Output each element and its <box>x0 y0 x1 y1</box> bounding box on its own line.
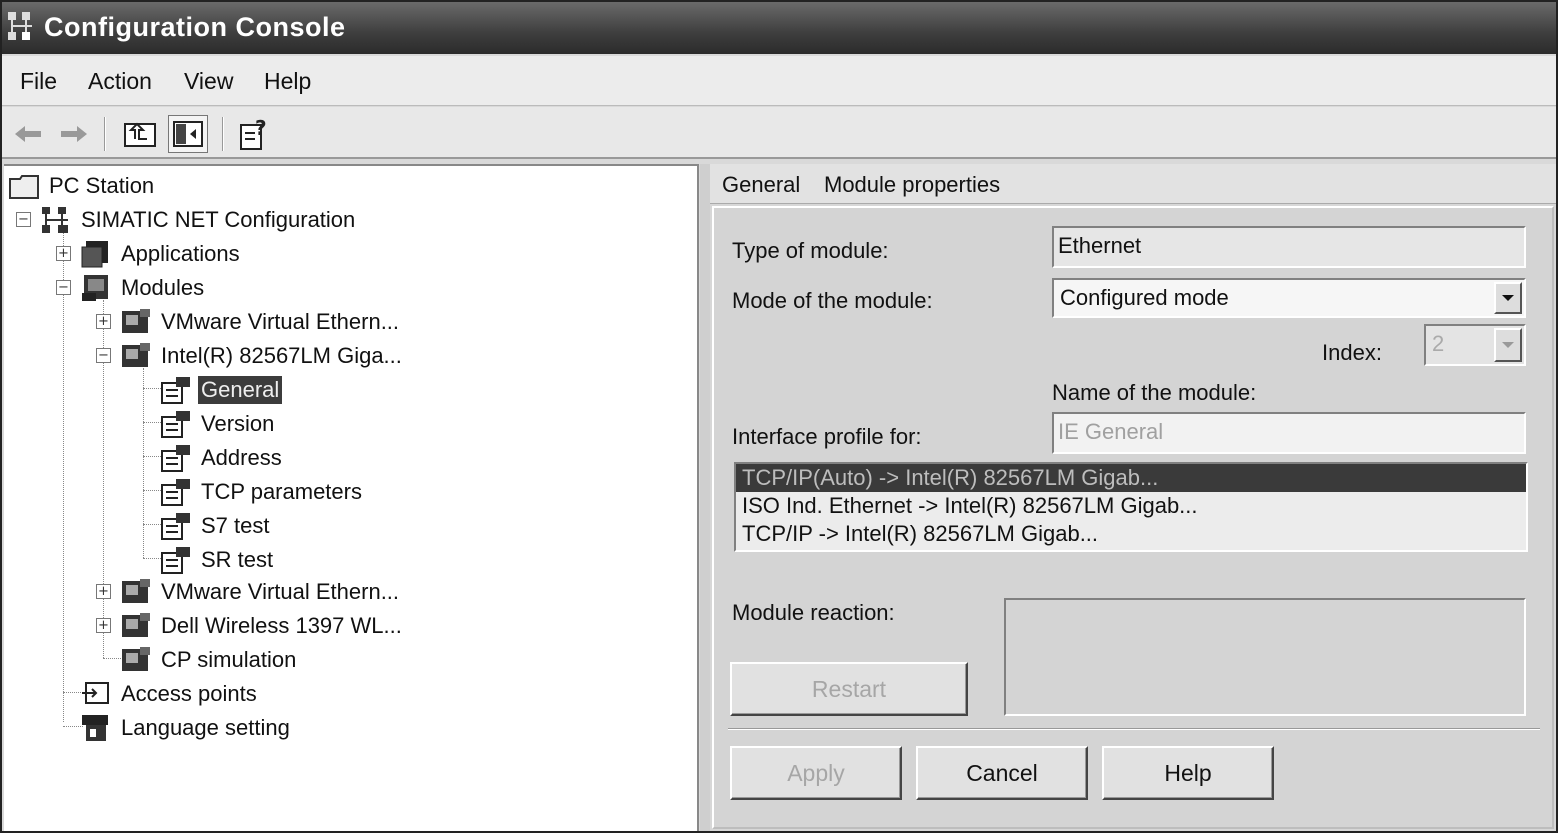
property-sheet-icon <box>161 479 190 506</box>
module-properties-form: Type of module: Ethernet Mode of the mod… <box>712 206 1554 829</box>
divider <box>728 728 1540 730</box>
tree-item-tcp-parameters[interactable]: TCP parameters <box>160 476 365 508</box>
tree-item-module[interactable]: VMware Virtual Ethern... <box>120 306 402 338</box>
properties-pane: General Module properties Type of module… <box>710 164 1556 831</box>
type-of-module-field: Ethernet <box>1052 226 1526 268</box>
title-bar: Configuration Console <box>2 2 1556 54</box>
network-config-icon <box>8 12 32 40</box>
tree-item-general[interactable]: General <box>160 374 283 406</box>
chevron-down-icon <box>1502 342 1514 348</box>
tab-general[interactable]: General <box>722 172 800 198</box>
network-card-icon <box>122 613 150 637</box>
interface-profile-list[interactable]: TCP/IP(Auto) -> Intel(R) 82567LM Gigab..… <box>734 462 1528 552</box>
show-hide-tree-button[interactable] <box>168 115 208 153</box>
tree-item-module[interactable]: CP simulation <box>120 644 299 676</box>
name-of-module-label: Name of the module: <box>1052 380 1257 405</box>
menu-action[interactable]: Action <box>88 68 152 95</box>
property-sheet-icon <box>161 411 190 438</box>
expand-module-toggle[interactable]: + <box>96 314 111 329</box>
collapse-modules-toggle[interactable]: − <box>56 280 71 295</box>
tree-item-simatic-net-configuration[interactable]: SIMATIC NET Configuration <box>40 204 358 236</box>
tree-item-module[interactable]: VMware Virtual Ethern... <box>120 576 402 608</box>
expand-applications-toggle[interactable]: + <box>56 246 71 261</box>
network-card-icon <box>122 309 150 333</box>
tree-item-module[interactable]: Dell Wireless 1397 WL... <box>120 610 405 642</box>
tab-strip: General Module properties <box>710 164 1556 204</box>
tree-item-version[interactable]: Version <box>160 408 277 440</box>
forward-arrow-icon <box>61 126 87 142</box>
forward-button[interactable] <box>54 115 94 153</box>
chevron-down-icon <box>1502 295 1514 301</box>
navigation-tree: PC Station − SIMATIC NET Configuration +… <box>4 164 699 831</box>
index-dropdown[interactable]: 2 <box>1424 324 1526 366</box>
tree-item-access-points[interactable]: Access points <box>80 678 260 710</box>
help-button[interactable]: Help <box>1102 746 1274 800</box>
mode-of-module-label: Mode of the module: <box>732 288 933 313</box>
network-card-icon <box>122 579 150 603</box>
tree-item-modules[interactable]: Modules <box>80 272 207 304</box>
interface-profile-field: IE General <box>1052 412 1526 454</box>
module-reaction-box <box>1004 598 1526 716</box>
properties-help-button[interactable]: ? <box>234 115 274 153</box>
menu-file[interactable]: File <box>20 68 57 95</box>
back-arrow-icon <box>15 126 41 142</box>
show-hide-tree-icon <box>173 121 203 147</box>
up-one-level-button[interactable] <box>120 115 160 153</box>
expand-module-toggle[interactable]: + <box>96 584 111 599</box>
interface-profile-label: Interface profile for: <box>732 424 922 449</box>
svg-text:?: ? <box>255 117 267 140</box>
tree-item-address[interactable]: Address <box>160 442 285 474</box>
tree-item-applications[interactable]: Applications <box>80 238 243 270</box>
menu-view[interactable]: View <box>184 68 233 95</box>
mode-of-module-dropdown[interactable]: Configured mode <box>1052 278 1526 318</box>
cancel-button[interactable]: Cancel <box>916 746 1088 800</box>
network-card-icon <box>122 343 150 367</box>
collapse-module-toggle[interactable]: − <box>96 348 111 363</box>
tree-item-module-intel[interactable]: Intel(R) 82567LM Giga... <box>120 340 405 372</box>
mode-of-module-value: Configured mode <box>1060 285 1229 310</box>
type-of-module-label: Type of module: <box>732 238 889 263</box>
list-item[interactable]: ISO Ind. Ethernet -> Intel(R) 82567LM Gi… <box>736 492 1526 520</box>
modules-icon <box>82 275 108 301</box>
tree-item-sr-test[interactable]: SR test <box>160 544 276 576</box>
index-label: Index: <box>1322 340 1382 365</box>
property-sheet-icon <box>161 377 190 404</box>
pane-splitter[interactable] <box>700 164 710 831</box>
apply-button[interactable]: Apply <box>730 746 902 800</box>
back-button[interactable] <box>8 115 48 153</box>
tree-item-pc-station[interactable]: PC Station <box>8 170 157 202</box>
tree-item-language-setting[interactable]: Language setting <box>80 712 293 744</box>
list-item[interactable]: TCP/IP -> Intel(R) 82567LM Gigab... <box>736 520 1526 548</box>
property-sheet-icon <box>161 445 190 472</box>
dropdown-button[interactable] <box>1494 282 1522 314</box>
up-folder-icon <box>124 122 156 147</box>
language-icon <box>82 715 108 741</box>
collapse-simatic-toggle[interactable]: − <box>16 212 31 227</box>
index-value: 2 <box>1432 331 1445 356</box>
access-points-icon <box>82 682 109 704</box>
tree-item-s7-test[interactable]: S7 test <box>160 510 272 542</box>
menu-help[interactable]: Help <box>264 68 311 95</box>
configuration-console-window: Configuration Console File Action View H… <box>0 0 1558 833</box>
menu-bar: File Action View Help <box>2 56 1556 106</box>
folder-icon <box>9 175 39 199</box>
module-reaction-label: Module reaction: <box>732 600 895 625</box>
property-sheet-icon <box>161 547 190 574</box>
applications-icon <box>81 241 108 268</box>
network-card-icon <box>122 647 150 671</box>
tab-module-properties[interactable]: Module properties <box>824 172 1000 198</box>
properties-help-icon: ? <box>240 117 267 150</box>
property-sheet-icon <box>161 513 190 540</box>
network-config-icon <box>42 207 68 233</box>
index-dropdown-button[interactable] <box>1494 328 1522 362</box>
restart-button[interactable]: Restart <box>730 662 968 716</box>
expand-module-toggle[interactable]: + <box>96 618 111 633</box>
toolbar: ? <box>2 107 1556 159</box>
window-title: Configuration Console <box>44 12 346 42</box>
list-item[interactable]: TCP/IP(Auto) -> Intel(R) 82567LM Gigab..… <box>736 464 1526 492</box>
